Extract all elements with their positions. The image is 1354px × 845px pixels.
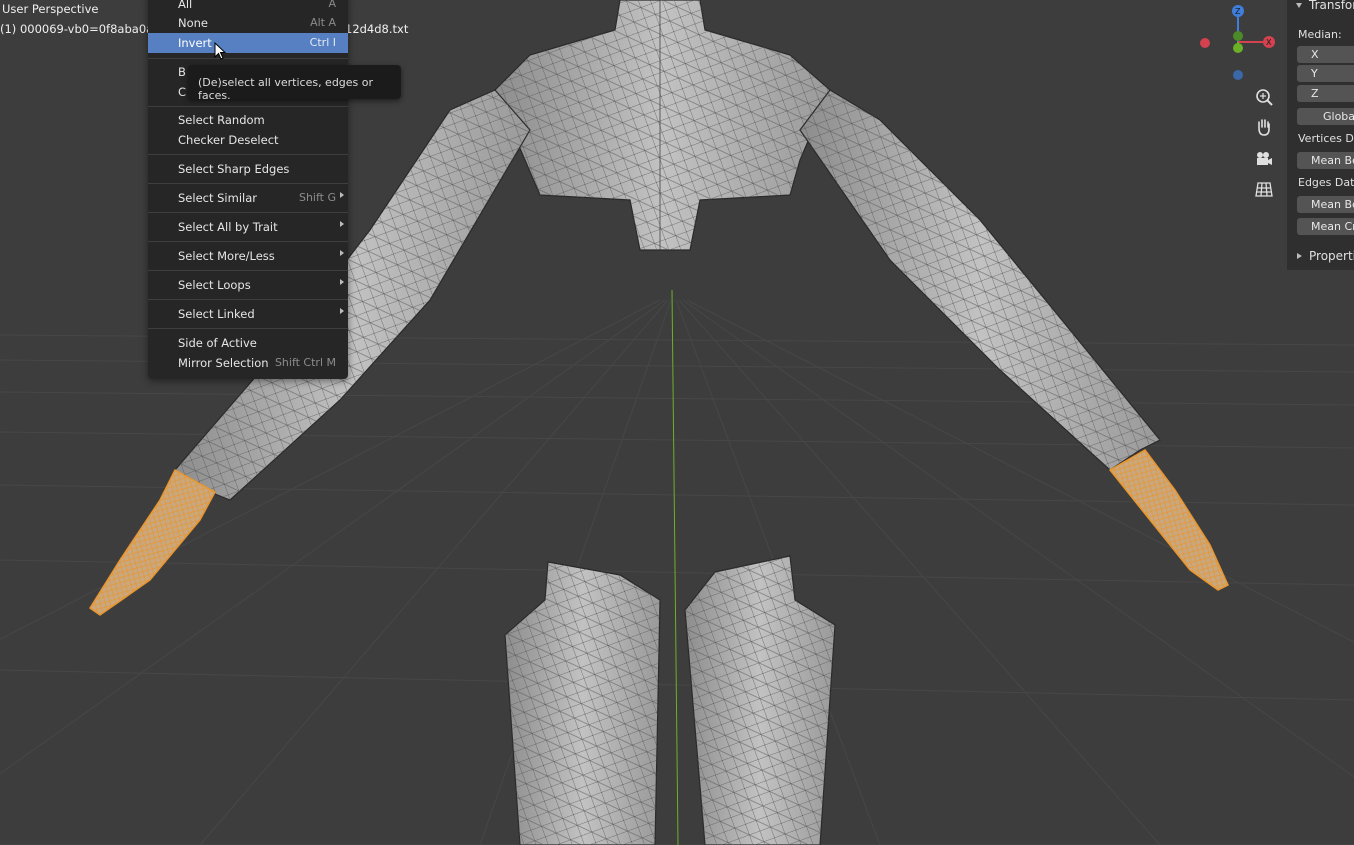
submenu-arrow-icon bbox=[340, 279, 344, 285]
mouse-cursor-icon bbox=[214, 42, 227, 60]
median-x-field[interactable]: X bbox=[1297, 46, 1354, 63]
edge-mean-bevel-field[interactable]: Mean Bevel Weight bbox=[1297, 196, 1354, 213]
camera-icon[interactable] bbox=[1252, 147, 1276, 171]
mesh-torso bbox=[494, 0, 831, 251]
y-axis-line bbox=[671, 289, 679, 845]
grid-view-icon[interactable] bbox=[1252, 177, 1276, 201]
menu-separator bbox=[148, 154, 348, 155]
menu-item-side-of-active[interactable]: Side of Active bbox=[148, 333, 348, 353]
vertex-mean-bevel-field[interactable]: Mean Bevel Weight bbox=[1297, 152, 1354, 169]
menu-item-select-all-by-trait[interactable]: Select All by Trait bbox=[148, 217, 348, 237]
menu-item-select-loops[interactable]: Select Loops bbox=[148, 275, 348, 295]
menu-item-all[interactable]: All A bbox=[148, 0, 348, 14]
menu-separator bbox=[148, 212, 348, 213]
mean-crease-field[interactable]: Mean Crease bbox=[1297, 218, 1354, 235]
submenu-arrow-icon bbox=[340, 221, 344, 227]
view-mode-label: User Perspective bbox=[2, 2, 99, 16]
submenu-arrow-icon bbox=[340, 308, 344, 314]
mesh-left-hand-selected bbox=[88, 468, 217, 616]
submenu-arrow-icon bbox=[340, 192, 344, 198]
median-z-field[interactable]: Z bbox=[1297, 85, 1354, 102]
panel-expand-icon[interactable] bbox=[1296, 3, 1302, 8]
menu-item-mirror-selection[interactable]: Mirror Selection Shift Ctrl M bbox=[148, 353, 348, 373]
sidebar-panel: Transform Median: X Y Z Global Vertices … bbox=[1287, 0, 1354, 270]
mesh-right-leg bbox=[684, 555, 836, 845]
object-name-label-tail: 12d4d8.txt bbox=[345, 22, 409, 36]
transform-panel-header[interactable]: Transform bbox=[1309, 0, 1354, 12]
menu-separator bbox=[148, 241, 348, 242]
menu-item-select-random[interactable]: Select Random bbox=[148, 110, 348, 130]
select-menu: All A None Alt A Invert Ctrl I B C Select R… bbox=[148, 0, 348, 379]
mesh-right-arm bbox=[799, 89, 1161, 471]
menu-item-select-linked[interactable]: Select Linked bbox=[148, 304, 348, 324]
gizmo-z-label: Z bbox=[1235, 7, 1241, 16]
submenu-arrow-icon bbox=[340, 250, 344, 256]
menu-separator bbox=[148, 58, 348, 59]
menu-item-checker-deselect[interactable]: Checker Deselect bbox=[148, 130, 348, 150]
edges-data-label: Edges Data: bbox=[1298, 176, 1354, 189]
menu-separator bbox=[148, 270, 348, 271]
menu-item-select-more-less[interactable]: Select More/Less bbox=[148, 246, 348, 266]
menu-separator bbox=[148, 106, 348, 107]
menu-separator bbox=[148, 299, 348, 300]
tooltip-text: (De)select all vertices, edges or faces. bbox=[198, 76, 374, 102]
menu-separator bbox=[148, 328, 348, 329]
axis-gizmo[interactable] bbox=[1200, 5, 1275, 80]
vertices-data-label: Vertices Data: bbox=[1298, 132, 1354, 145]
mesh-left-leg bbox=[504, 561, 661, 845]
median-label: Median: bbox=[1298, 28, 1342, 41]
median-y-field[interactable]: Y bbox=[1297, 65, 1354, 82]
zoom-icon[interactable] bbox=[1252, 85, 1276, 109]
global-toggle[interactable]: Global bbox=[1297, 108, 1354, 125]
pan-hand-icon[interactable] bbox=[1252, 115, 1276, 139]
menu-separator bbox=[148, 183, 348, 184]
tooltip: (De)select all vertices, edges or faces. bbox=[188, 65, 401, 102]
menu-item-invert[interactable]: Invert Ctrl I bbox=[148, 33, 348, 53]
menu-item-select-similar[interactable]: Select Similar Shift G bbox=[148, 188, 348, 208]
mesh-right-hand-selected bbox=[1108, 449, 1229, 591]
panel-collapse-icon[interactable] bbox=[1297, 253, 1302, 259]
gizmo-x-label: X bbox=[1266, 38, 1272, 47]
menu-item-select-sharp-edges[interactable]: Select Sharp Edges bbox=[148, 159, 348, 179]
properties-panel-header[interactable]: Properties bbox=[1309, 249, 1354, 263]
menu-item-none[interactable]: None Alt A bbox=[148, 13, 348, 33]
